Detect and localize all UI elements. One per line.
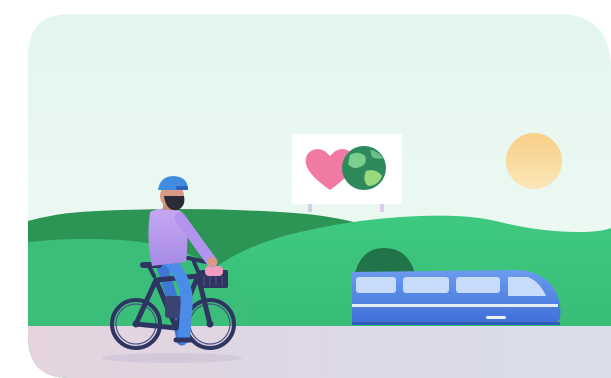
scene-card — [28, 14, 611, 378]
train-window — [456, 277, 500, 293]
sustainable-commute-illustration — [28, 14, 611, 378]
illustration-stage — [0, 0, 611, 378]
globe-icon — [342, 146, 386, 190]
billboard — [292, 134, 402, 212]
train-window — [403, 277, 449, 293]
train-window — [356, 277, 396, 293]
train — [352, 270, 561, 325]
hand — [207, 257, 217, 267]
sun-icon — [506, 133, 562, 189]
ground — [28, 326, 611, 378]
